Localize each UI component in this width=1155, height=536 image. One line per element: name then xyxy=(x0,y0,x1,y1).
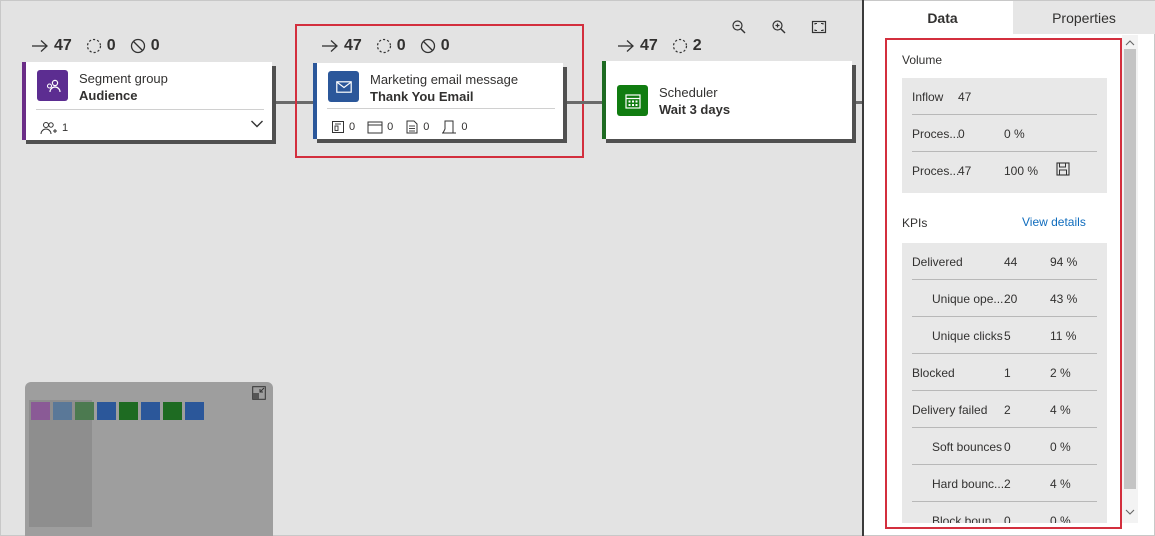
inflow-stat: 47 xyxy=(617,37,658,55)
minimap-tile xyxy=(31,402,50,420)
data-panel-highlight xyxy=(885,38,1122,529)
inflow-count: 47 xyxy=(54,37,72,54)
inflow-stat: 47 xyxy=(31,37,72,55)
email-tile-highlight xyxy=(295,24,584,158)
minimap-tile xyxy=(53,402,72,420)
minimap-tile xyxy=(119,402,138,420)
chevron-down-icon[interactable] xyxy=(250,116,264,134)
scroll-down-icon[interactable] xyxy=(1123,506,1137,518)
segment-group-tile[interactable]: Segment group Audience 1 xyxy=(22,62,272,140)
processing-count: 2 xyxy=(692,37,702,54)
processing-stat: 0 xyxy=(86,37,116,55)
processing-icon xyxy=(672,38,687,54)
zoom-toolbar xyxy=(729,17,829,37)
scheduler-tile-stats: 47 2 xyxy=(617,37,716,55)
segment-group-icon xyxy=(37,70,68,101)
processing-icon xyxy=(86,38,101,54)
tile-separator xyxy=(36,109,264,110)
fit-to-screen-icon[interactable] xyxy=(809,17,829,37)
minimap-tile xyxy=(75,402,94,420)
tile-connector xyxy=(567,101,605,104)
journey-canvas[interactable]: 47 0 0 Segment group Audience 1 47 0 0 M… xyxy=(0,0,863,536)
stopped-stat: 0 xyxy=(130,37,160,55)
stopped-count: 0 xyxy=(150,37,160,54)
scroll-up-icon[interactable] xyxy=(1123,37,1137,49)
minimap-collapse-icon[interactable] xyxy=(252,386,266,400)
minimap-tile xyxy=(97,402,116,420)
calendar-icon xyxy=(617,85,648,116)
scheduler-tile[interactable]: Scheduler Wait 3 days xyxy=(602,61,852,139)
tile-name: Wait 3 days xyxy=(659,102,731,117)
tile-name: Audience xyxy=(79,88,138,103)
arrow-right-icon xyxy=(32,40,48,52)
audience-count: 1 xyxy=(62,122,69,134)
minimap[interactable] xyxy=(25,382,273,536)
processing-count: 0 xyxy=(106,37,116,54)
tab-data[interactable]: Data xyxy=(872,1,1013,34)
arrow-right-icon xyxy=(618,40,634,52)
tile-type: Segment group xyxy=(79,71,168,86)
tile-footer: 1 xyxy=(40,121,80,135)
tile-type: Scheduler xyxy=(659,85,718,100)
audience-members-icon xyxy=(40,122,57,135)
panel-tabs: Data Properties xyxy=(872,1,1155,34)
minimap-tile xyxy=(185,402,204,420)
zoom-in-icon[interactable] xyxy=(769,17,789,37)
audience-members: 1 xyxy=(40,121,68,135)
processing-stat: 2 xyxy=(672,37,702,55)
tab-properties[interactable]: Properties xyxy=(1013,1,1155,34)
minimap-tile xyxy=(141,402,160,420)
blocked-icon xyxy=(130,38,145,54)
minimap-tile xyxy=(163,402,182,420)
scrollbar-thumb[interactable] xyxy=(1124,49,1136,489)
zoom-out-icon[interactable] xyxy=(729,17,749,37)
segment-tile-stats: 47 0 0 xyxy=(31,37,174,55)
inflow-count: 47 xyxy=(640,37,658,54)
